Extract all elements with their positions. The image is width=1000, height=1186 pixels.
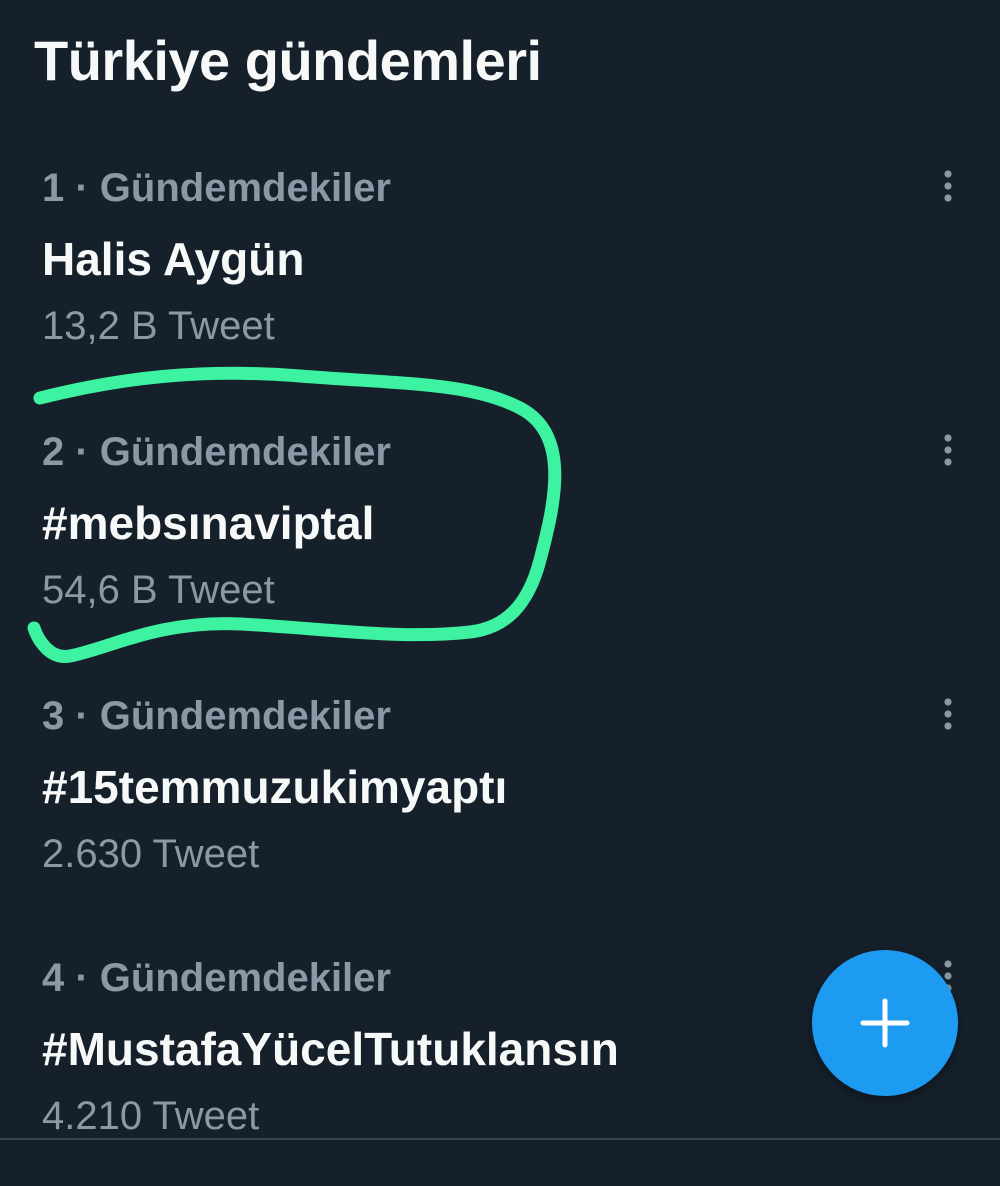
more-options-button[interactable] <box>928 428 968 472</box>
trend-name: #MustafaYücelTutuklansın <box>42 1023 619 1075</box>
more-vertical-icon <box>944 434 952 466</box>
plus-icon <box>860 998 910 1048</box>
trend-name: Halis Aygün <box>42 233 305 285</box>
trend-category: 2 · Gündemdekiler <box>42 430 391 474</box>
more-vertical-icon <box>944 698 952 730</box>
trend-category: 1 · Gündemdekiler <box>42 166 391 210</box>
trend-tweet-count: 54,6 B Tweet <box>42 568 275 612</box>
trend-name: #mebsınaviptal <box>42 497 375 549</box>
trend-category: 4 · Gündemdekiler <box>42 956 391 1000</box>
trend-item[interactable]: 2 · Gündemdekiler #mebsınaviptal 54,6 B … <box>0 430 1000 660</box>
trend-item[interactable]: 1 · Gündemdekiler Halis Aygün 13,2 B Twe… <box>0 166 1000 396</box>
trend-tweet-count: 13,2 B Tweet <box>42 304 275 348</box>
page-title: Türkiye gündemleri <box>34 29 542 92</box>
trend-category: 3 · Gündemdekiler <box>42 694 391 738</box>
trend-name: #15temmuzukimyaptı <box>42 761 508 813</box>
trend-tweet-count: 4.210 Tweet <box>42 1094 260 1138</box>
compose-tweet-button[interactable] <box>812 950 958 1096</box>
trend-tweet-count: 2.630 Tweet <box>42 832 260 876</box>
trend-item[interactable]: 3 · Gündemdekiler #15temmuzukimyaptı 2.6… <box>0 694 1000 924</box>
divider <box>0 1138 1000 1140</box>
more-vertical-icon <box>944 170 952 202</box>
more-options-button[interactable] <box>928 164 968 208</box>
more-options-button[interactable] <box>928 692 968 736</box>
